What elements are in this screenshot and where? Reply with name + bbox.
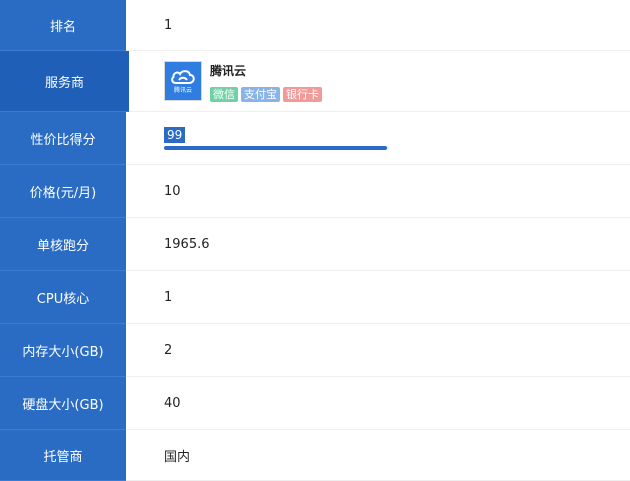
row-memory: 内存大小(GB) 2 [0,324,630,377]
row-score: 性价比得分 99 [0,112,630,165]
logo-text: 腾讯云 [173,87,192,94]
tag-alipay: 支付宝 [241,86,280,102]
row-price: 价格(元/月) 10 [0,165,630,218]
tag-bank-card: 银行卡 [283,86,322,102]
row-cpu: CPU核心 1 [0,271,630,324]
provider-block[interactable]: 腾讯云 腾讯云 微信 支付宝 银行卡 [164,60,322,102]
tencent-cloud-logo-icon[interactable]: 腾讯云 [164,60,202,101]
value-disk: 40 [126,377,630,430]
score-bar-track [164,146,389,150]
label-disk: 硬盘大小(GB) [0,377,126,430]
row-host: 托管商 国内 [0,430,630,481]
score-widget: 99 [164,123,389,153]
row-rank: 排名 1 [0,0,630,51]
value-rank: 1 [126,0,630,51]
label-rank: 排名 [0,0,126,51]
label-single-core: 单核跑分 [0,218,126,271]
score-badge: 99 [164,127,186,143]
label-price: 价格(元/月) [0,165,126,218]
row-disk: 硬盘大小(GB) 40 [0,377,630,430]
row-single-core: 单核跑分 1965.6 [0,218,630,271]
value-host: 国内 [126,430,630,481]
score-bar-fill [164,146,387,150]
provider-name[interactable]: 腾讯云 [210,62,322,79]
label-host: 托管商 [0,430,126,481]
value-single-core: 1965.6 [126,218,630,271]
value-provider: 腾讯云 腾讯云 微信 支付宝 银行卡 [129,51,630,112]
value-memory: 2 [126,324,630,377]
label-provider: 服务商 [0,51,129,112]
payment-tags: 微信 支付宝 银行卡 [210,86,322,102]
label-memory: 内存大小(GB) [0,324,126,377]
server-comparison-table: 排名 1 服务商 腾讯云 腾讯云 微信 支付宝 银行卡 性价比得分 99 价格(… [0,0,630,481]
label-score: 性价比得分 [0,112,126,165]
value-score: 99 [126,112,630,165]
value-cpu: 1 [126,271,630,324]
label-cpu: CPU核心 [0,271,126,324]
cloud-icon [171,70,195,84]
row-provider: 服务商 腾讯云 腾讯云 微信 支付宝 银行卡 [0,51,630,112]
value-price: 10 [126,165,630,218]
tag-wechat: 微信 [210,86,238,102]
provider-info: 腾讯云 微信 支付宝 银行卡 [210,62,322,102]
